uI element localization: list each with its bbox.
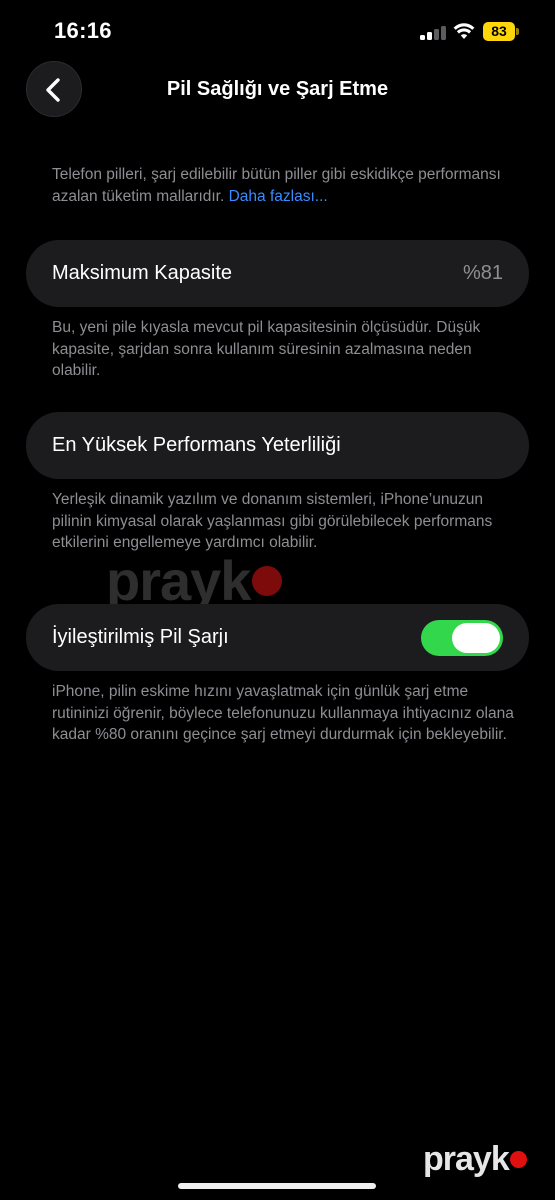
status-time: 16:16 xyxy=(54,18,112,43)
optimized-charging-toggle[interactable] xyxy=(421,620,503,656)
home-indicator[interactable] xyxy=(178,1183,376,1189)
max-capacity-label: Maksimum Kapasite xyxy=(52,262,233,284)
signal-icon xyxy=(420,24,446,40)
max-capacity-cell: Maksimum Kapasite %81 xyxy=(26,240,529,307)
watermark-dot-bottom xyxy=(509,1151,527,1168)
learn-more-link[interactable]: Daha fazlası... xyxy=(229,188,328,205)
page-title: Pil Sağlığı ve Şarj Etme xyxy=(166,78,389,100)
watermark-text: prayk xyxy=(106,549,251,612)
peak-performance-cell: En Yüksek Performans Yeterliliği xyxy=(26,412,529,479)
battery-tip xyxy=(516,28,519,35)
battery-level: 83 xyxy=(483,22,515,41)
max-capacity-description: Bu, yeni pile kıyasla mevcut pil kapasit… xyxy=(52,319,481,379)
toggle-knob xyxy=(452,623,500,653)
status-bar: 16:16 83 xyxy=(0,0,555,62)
battery-icon: 83 xyxy=(483,22,519,41)
intro-text: Telefon pilleri, şarj edilebilir bütün p… xyxy=(52,164,522,207)
optimized-charging-label: İyileştirilmiş Pil Şarjı xyxy=(52,626,229,648)
max-capacity-value: %81 xyxy=(462,262,503,284)
wifi-icon xyxy=(453,22,475,40)
peak-performance-label: En Yüksek Performans Yeterliliği xyxy=(52,434,341,456)
optimized-charging-description: iPhone, pilin eskime hızını yavaşlatmak … xyxy=(52,683,514,743)
watermark-dot xyxy=(252,566,283,596)
optimized-charging-cell: İyileştirilmiş Pil Şarjı xyxy=(26,604,529,671)
watermark-logo-bottom: prayk xyxy=(423,1140,527,1179)
peak-performance-description: Yerleşik dinamik yazılım ve donanım sist… xyxy=(52,491,493,551)
watermark-text-bottom: prayk xyxy=(423,1140,510,1178)
